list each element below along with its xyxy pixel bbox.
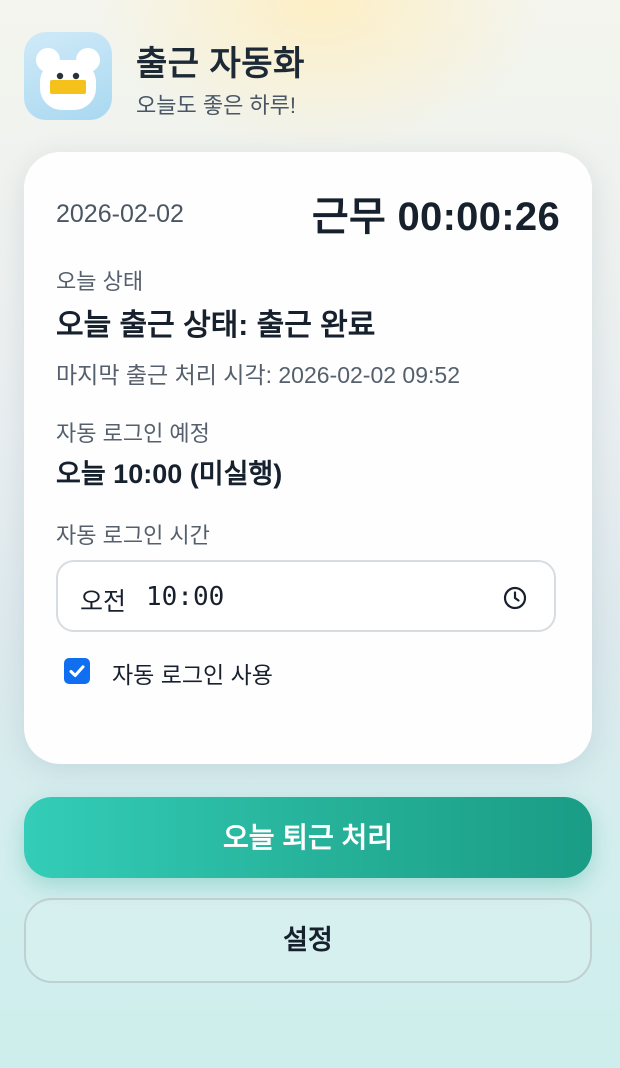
last-checkin-time: 마지막 출근 처리 시각: 2026-02-02 09:52 — [56, 362, 460, 388]
app-title: 출근 자동화 — [136, 45, 305, 83]
status-value: 오늘 출근 상태: 출근 완료 — [56, 309, 376, 342]
current-date: 2026-02-02 — [56, 200, 184, 228]
status-label: 오늘 상태 — [56, 269, 144, 294]
frog-mascot-icon — [24, 32, 112, 120]
work-timer: 근무 00:00:26 — [311, 195, 560, 239]
auto-login-label[interactable]: 자동 로그인 사용 — [112, 656, 273, 690]
time-label: 자동 로그인 시간 — [56, 523, 210, 548]
time-segment[interactable]: 10:00 — [146, 582, 224, 612]
status-card: 2026-02-02 근무 00:00:26 오늘 상태 오늘 출근 상태: 출… — [24, 152, 592, 764]
auto-login-time-input[interactable]: 오전 10:00 — [56, 560, 556, 632]
auto-login-checkbox[interactable] — [64, 658, 90, 684]
app-subtitle: 오늘도 좋은 하루! — [136, 93, 297, 118]
app-header: 출근 자동화 오늘도 좋은 하루! — [24, 32, 596, 120]
settings-button[interactable]: 설정 — [24, 898, 592, 983]
schedule-label: 자동 로그인 예정 — [56, 421, 210, 446]
checkout-button[interactable]: 오늘 퇴근 처리 — [24, 797, 592, 878]
ampm-segment[interactable]: 오전 — [80, 582, 126, 618]
clock-icon[interactable] — [502, 585, 528, 611]
schedule-value: 오늘 10:00 (미실행) — [56, 459, 283, 489]
